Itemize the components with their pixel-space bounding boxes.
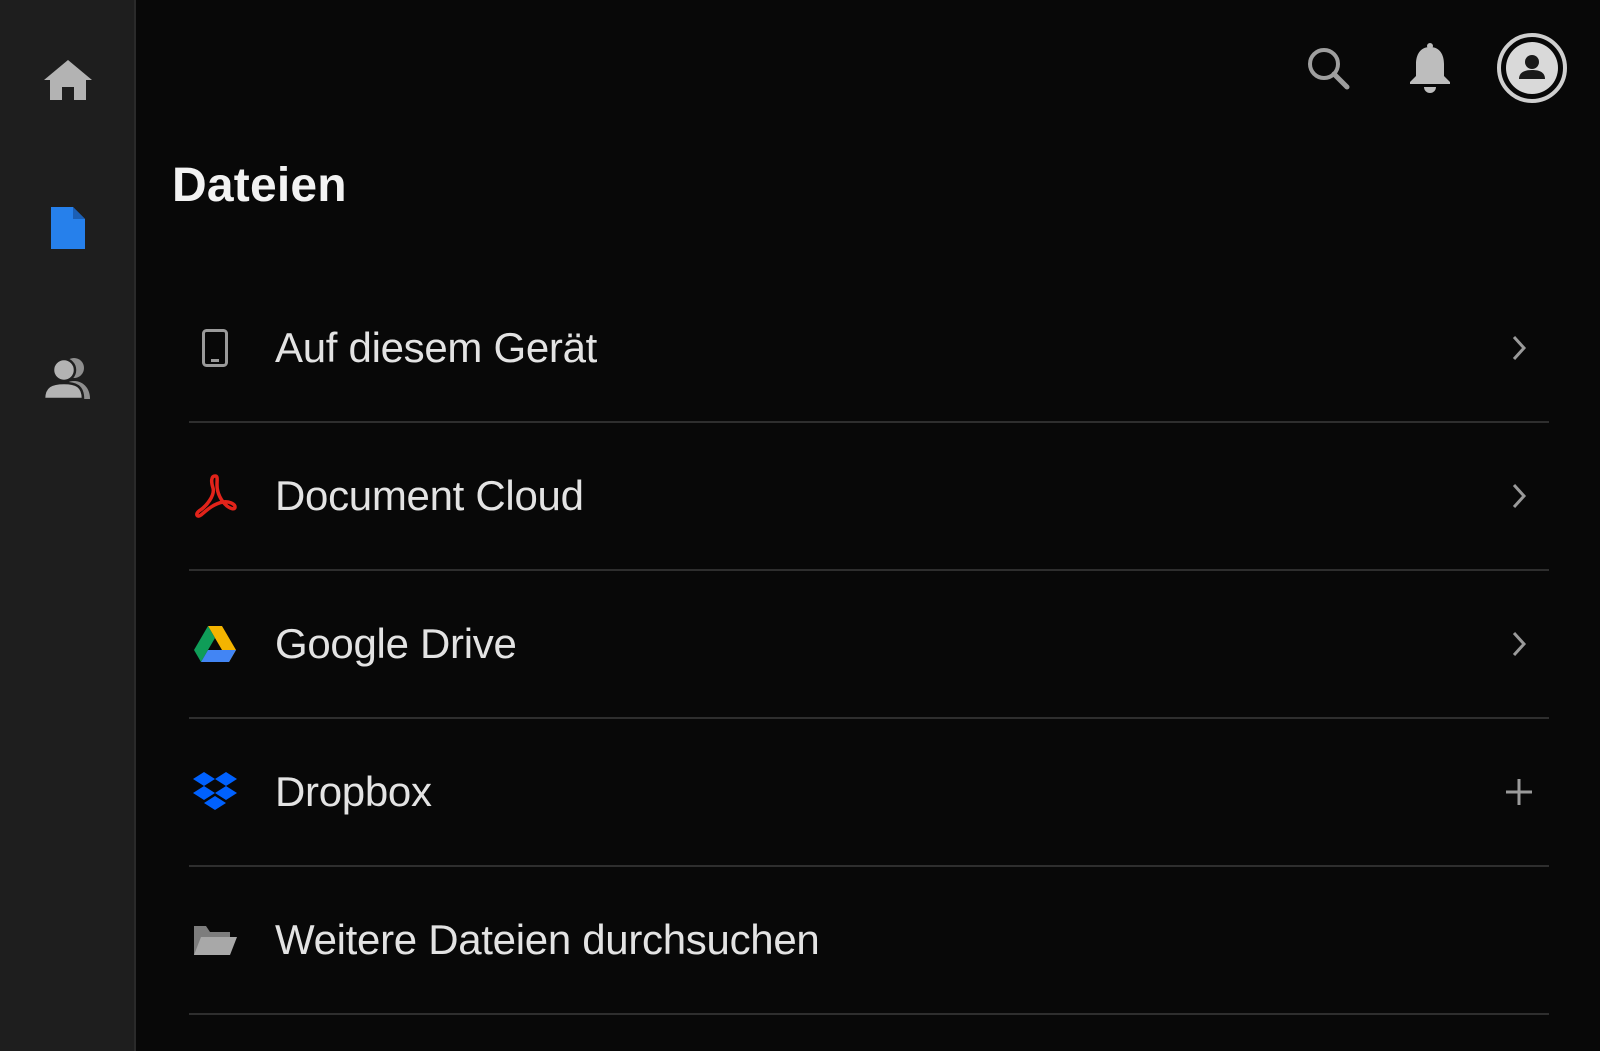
list-item-label: Google Drive: [275, 620, 517, 667]
dropbox-icon: [193, 772, 237, 810]
locations-list: Auf diesem Gerät Document Cloud Google D…: [189, 275, 1549, 1015]
sidebar-rail: [0, 0, 136, 1051]
phone-icon: [202, 329, 228, 367]
sidebar-item-files[interactable]: [28, 188, 108, 268]
list-item-label: Weitere Dateien durchsuchen: [275, 916, 820, 963]
bell-icon: [1410, 43, 1450, 93]
document-icon: [51, 207, 85, 249]
sidebar-item-shared[interactable]: [28, 338, 108, 418]
list-item-label: Dropbox: [275, 768, 432, 815]
search-button[interactable]: [1290, 30, 1366, 106]
sidebar-item-home[interactable]: [28, 40, 108, 120]
list-item-google-drive[interactable]: Google Drive: [189, 571, 1549, 719]
google-drive-icon: [194, 626, 236, 662]
page-title: Dateien: [172, 159, 347, 212]
app-window: Dateien Auf diesem Gerät Document Cloud: [0, 0, 1600, 1051]
folder-open-icon: [194, 926, 237, 955]
list-item-document-cloud[interactable]: Document Cloud: [189, 423, 1549, 571]
account-icon: [1497, 33, 1567, 103]
chevron-right-icon: [1501, 478, 1537, 514]
list-item-browse-files[interactable]: Weitere Dateien durchsuchen: [189, 867, 1549, 1015]
list-item-on-device[interactable]: Auf diesem Gerät: [189, 275, 1549, 423]
home-icon: [44, 60, 92, 100]
account-button[interactable]: [1494, 30, 1570, 106]
list-item-label: Document Cloud: [275, 472, 584, 519]
acrobat-icon: [195, 474, 237, 518]
notifications-button[interactable]: [1392, 30, 1468, 106]
list-item-label: Auf diesem Gerät: [275, 324, 598, 371]
search-icon: [1308, 48, 1350, 90]
chevron-right-icon: [1501, 626, 1537, 662]
plus-icon[interactable]: [1501, 774, 1537, 810]
list-item-dropbox[interactable]: Dropbox: [189, 719, 1549, 867]
chevron-right-icon: [1501, 330, 1537, 366]
people-icon: [42, 357, 90, 401]
